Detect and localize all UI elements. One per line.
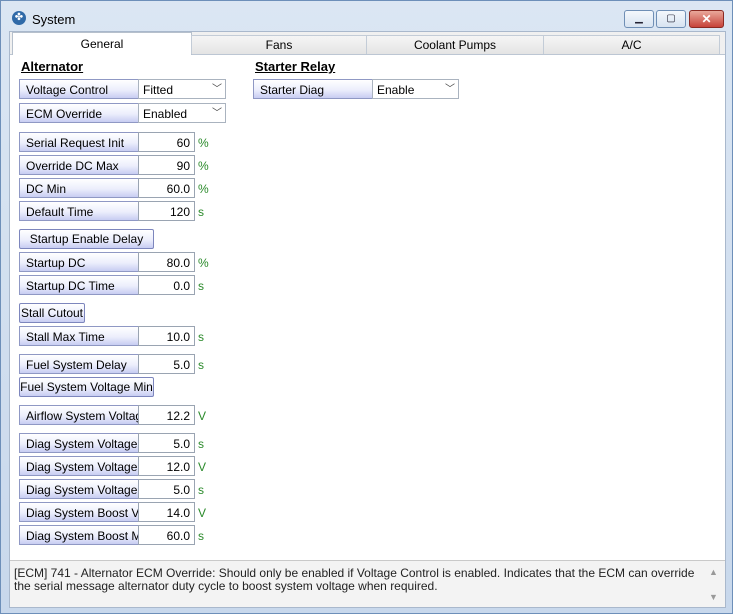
scroll-up-icon[interactable]: ▲ <box>709 567 718 577</box>
scroll-down-icon[interactable]: ▼ <box>709 592 718 602</box>
airflow-system-voltage-unit: V <box>198 409 207 423</box>
serial-request-init-unit: % <box>198 136 209 150</box>
default-time-input[interactable]: 120 <box>138 201 195 221</box>
voltage-control-select[interactable]: Fitted ﹀ <box>138 79 226 99</box>
voltage-control-label: Voltage Control <box>19 79 139 99</box>
startup-dc-time-input[interactable]: 0.0 <box>138 275 195 295</box>
diag-boost-voltage-label: Diag System Boost Volta <box>19 502 139 522</box>
window-title: System <box>32 12 76 27</box>
chevron-down-icon: ﹀ <box>445 84 455 95</box>
tab-general[interactable]: General <box>12 32 192 55</box>
tab-strip: General Fans Coolant Pumps A/C <box>10 32 725 55</box>
starter-diag-value: Enable <box>377 83 415 97</box>
default-time-unit: s <box>198 205 204 219</box>
fuel-system-delay-unit: s <box>198 358 204 372</box>
override-dc-max-unit: % <box>198 159 209 173</box>
diag-voltage-low-time-input[interactable]: 5.0 <box>138 479 195 499</box>
airflow-system-voltage-input[interactable]: 12.2 <box>138 405 195 425</box>
serial-request-init-input[interactable]: 60 <box>138 132 195 152</box>
serial-request-init-label: Serial Request Init <box>19 132 139 152</box>
chevron-down-icon: ﹀ <box>212 108 222 119</box>
dc-min-unit: % <box>198 182 209 196</box>
ecm-override-select[interactable]: Enabled ﹀ <box>138 103 226 123</box>
minimize-button[interactable]: ▁ <box>624 10 654 28</box>
airflow-system-voltage-label: Airflow System Voltage M <box>19 405 139 425</box>
diag-voltage-low-input[interactable]: 12.0 <box>138 456 195 476</box>
stall-max-time-input[interactable]: 10.0 <box>138 326 195 346</box>
stall-max-time-unit: s <box>198 330 204 344</box>
diag-voltage-delay-input[interactable]: 5.0 <box>138 433 195 453</box>
startup-dc-label: Startup DC <box>19 252 139 272</box>
startup-dc-unit: % <box>198 256 209 270</box>
diag-voltage-low-label: Diag System Voltage Lo <box>19 456 139 476</box>
title-bar: ✤ System ▁ ▢ ✕ <box>1 1 732 31</box>
tab-fans[interactable]: Fans <box>191 35 367 54</box>
tab-ac[interactable]: A/C <box>543 35 720 54</box>
help-text: [ECM] 741 - Alternator ECM Override: Sho… <box>14 566 695 593</box>
starter-diag-label: Starter Diag <box>253 79 373 99</box>
diag-voltage-low-unit: V <box>198 460 207 474</box>
diag-boost-max-unit: s <box>198 529 204 543</box>
chevron-down-icon: ﹀ <box>212 84 222 95</box>
system-window: ✤ System ▁ ▢ ✕ General Fans Coolant Pump… <box>0 0 733 614</box>
starter-diag-select[interactable]: Enable ﹀ <box>372 79 459 99</box>
startup-dc-time-label: Startup DC Time <box>19 275 139 295</box>
default-time-label: Default Time <box>19 201 139 221</box>
override-dc-max-input[interactable]: 90 <box>138 155 195 175</box>
close-button[interactable]: ✕ <box>689 10 724 28</box>
client-area: General Fans Coolant Pumps A/C Alternato… <box>9 31 726 608</box>
help-panel: [ECM] 741 - Alternator ECM Override: Sho… <box>10 560 725 607</box>
diag-voltage-low-time-label: Diag System Voltage Lo <box>19 479 139 499</box>
dc-min-input[interactable]: 60.0 <box>138 178 195 198</box>
ecm-override-value: Enabled <box>143 107 188 121</box>
diag-voltage-delay-unit: s <box>198 437 204 451</box>
app-icon: ✤ <box>12 11 26 25</box>
diag-voltage-delay-label: Diag System Voltage De <box>19 433 139 453</box>
diag-boost-voltage-unit: V <box>198 506 207 520</box>
tab-coolant-pumps[interactable]: Coolant Pumps <box>366 35 544 54</box>
starter-relay-heading: Starter Relay <box>255 59 336 74</box>
diag-voltage-low-time-unit: s <box>198 483 204 497</box>
startup-dc-input[interactable]: 80.0 <box>138 252 195 272</box>
fuel-system-delay-input[interactable]: 5.0 <box>138 354 195 374</box>
override-dc-max-label: Override DC Max <box>19 155 139 175</box>
stall-cutout-button[interactable]: Stall Cutout <box>19 303 85 323</box>
startup-enable-delay-button[interactable]: Startup Enable Delay <box>19 229 154 249</box>
maximize-button[interactable]: ▢ <box>656 10 686 28</box>
alternator-heading: Alternator <box>21 59 84 74</box>
dc-min-label: DC Min <box>19 178 139 198</box>
fuel-system-delay-label: Fuel System Delay <box>19 354 139 374</box>
ecm-override-label: ECM Override <box>19 103 139 123</box>
startup-dc-time-unit: s <box>198 279 204 293</box>
voltage-control-value: Fitted <box>143 83 174 97</box>
diag-boost-voltage-input[interactable]: 14.0 <box>138 502 195 522</box>
fuel-system-voltage-min-button[interactable]: Fuel System Voltage Min <box>19 377 154 397</box>
diag-boost-max-label: Diag System Boost Max <box>19 525 139 545</box>
diag-boost-max-input[interactable]: 60.0 <box>138 525 195 545</box>
stall-max-time-label: Stall Max Time <box>19 326 139 346</box>
